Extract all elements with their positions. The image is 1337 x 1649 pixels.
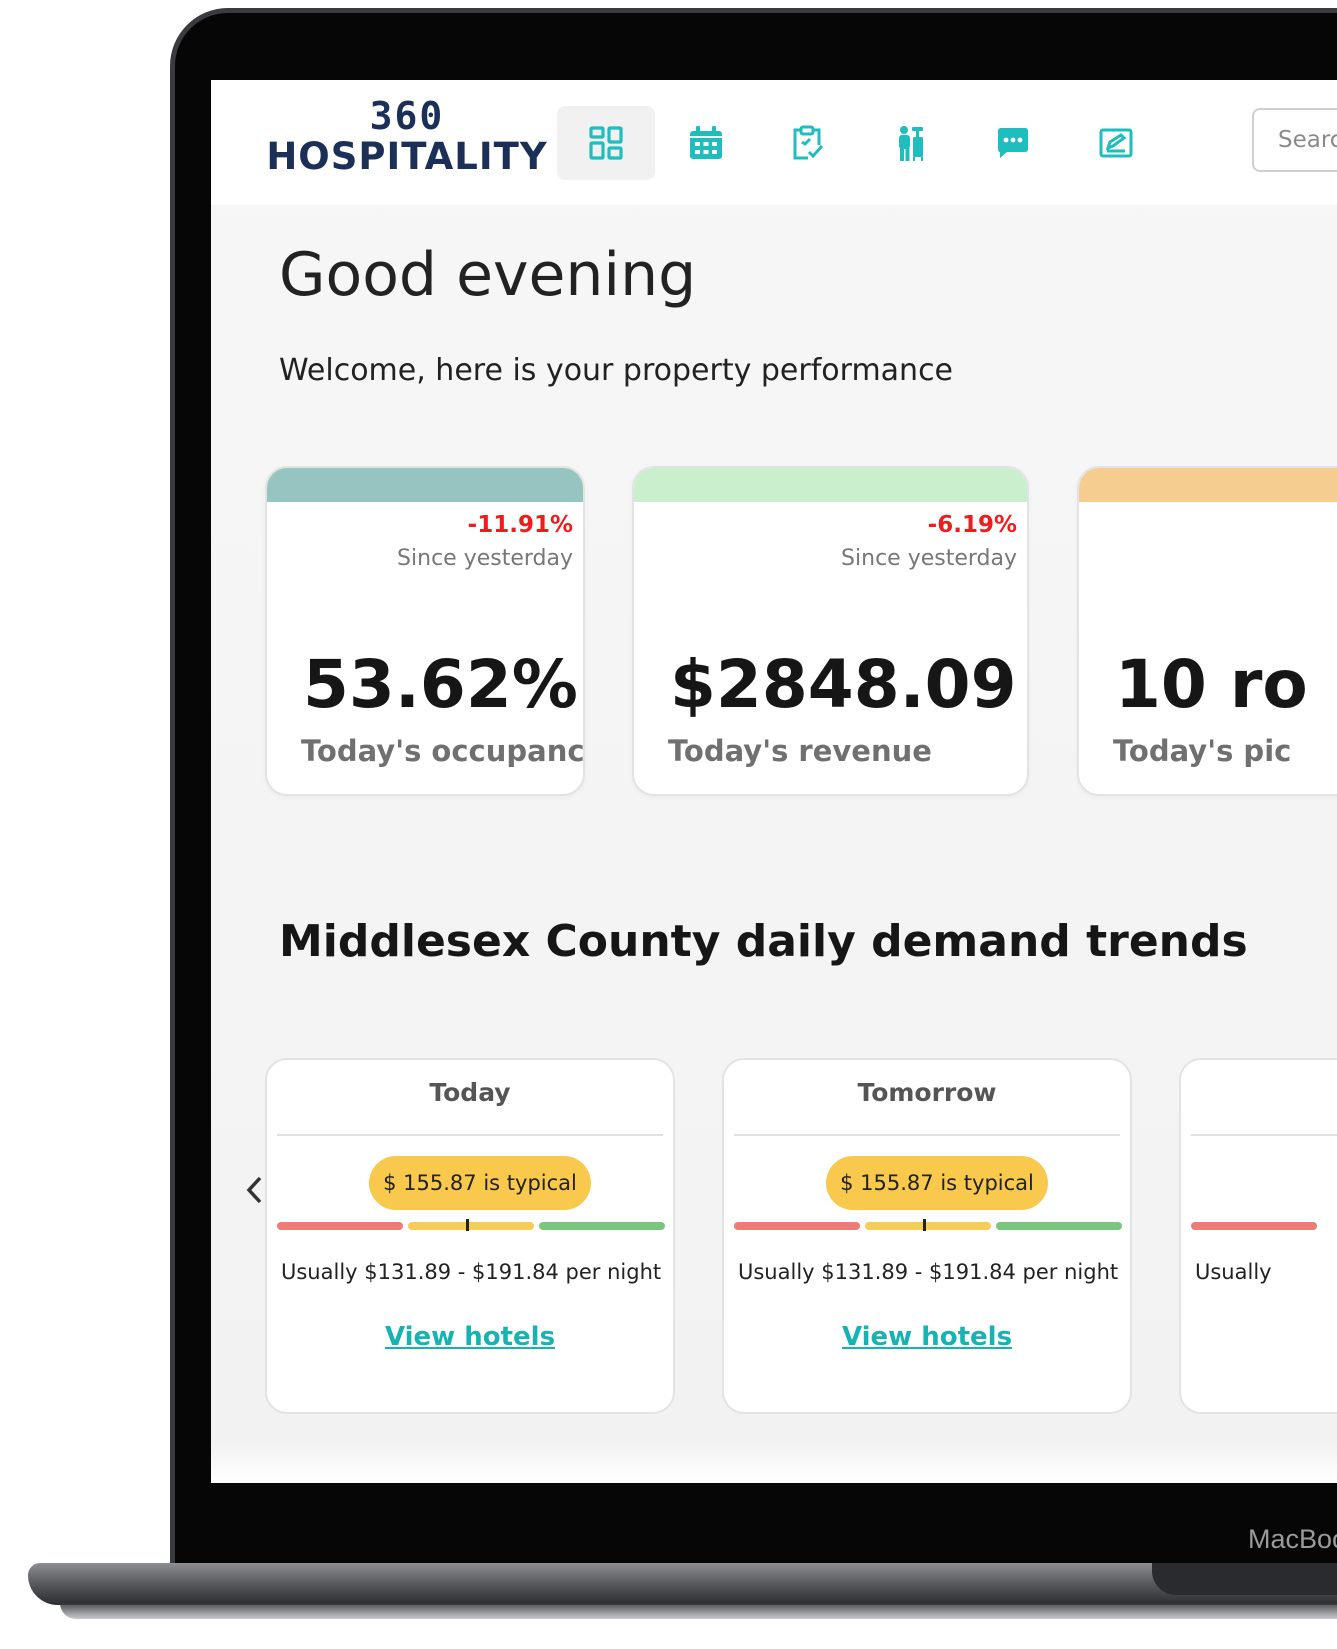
chat-icon — [998, 128, 1028, 158]
nav-dashboard-button[interactable] — [557, 106, 655, 180]
price-range-low-segment — [277, 1222, 403, 1230]
view-hotels-link[interactable]: View hotels — [724, 1322, 1130, 1352]
nav-calendar-button[interactable] — [657, 106, 755, 180]
nav-reviews-button[interactable] — [1067, 106, 1165, 180]
kpi-card-pickup[interactable]: 10 ro Today's pic — [1077, 466, 1337, 796]
divider — [734, 1134, 1120, 1136]
brand-logo-number: 360 — [369, 94, 445, 138]
typical-price-badge: $ 155.87 is typical — [826, 1156, 1048, 1210]
top-navigation-bar: 360 HOSPITALITY — [211, 80, 1337, 205]
nav-tasks-button[interactable] — [758, 106, 856, 180]
price-range-typical-segment — [408, 1222, 534, 1230]
usual-price-range: Usually — [1195, 1260, 1272, 1284]
kpi-card-color-band — [1079, 468, 1337, 502]
kpi-value: 53.62% — [303, 646, 578, 723]
greeting-heading: Good evening — [279, 240, 697, 310]
laptop-model-label: MacBook — [1248, 1524, 1337, 1554]
dashboard-grid-icon — [589, 126, 623, 160]
price-range-marker — [923, 1219, 926, 1231]
nav-staff-button[interactable] — [861, 106, 959, 180]
kpi-card-occupancy[interactable]: -11.91% Since yesterday 53.62% Today's o… — [265, 466, 585, 796]
kpi-delta: -6.19% — [927, 512, 1017, 538]
kpi-card-revenue[interactable]: -6.19% Since yesterday $2848.09 Today's … — [632, 466, 1029, 796]
demand-card-partial: Usually — [1179, 1058, 1337, 1414]
laptop-base-edge — [60, 1603, 1337, 1619]
kpi-label: Today's occupancy — [301, 734, 585, 768]
brand-logo[interactable]: 360 HOSPITALITY — [266, 96, 548, 178]
kpi-since-label: Since yesterday — [397, 546, 573, 571]
edit-note-icon — [1099, 128, 1133, 158]
kpi-value: $2848.09 — [670, 646, 1017, 723]
demand-card-today: Today $ 155.87 is typical Usually $131.8… — [265, 1058, 675, 1414]
kpi-card-color-band — [267, 468, 583, 502]
laptop-hinge — [1152, 1563, 1337, 1595]
app-screen: 360 HOSPITALITY Search Good evening Welc… — [211, 80, 1337, 1483]
demand-card-tomorrow: Tomorrow $ 155.87 is typical Usually $13… — [722, 1058, 1132, 1414]
bellhop-icon — [899, 126, 923, 161]
kpi-delta: -11.91% — [467, 512, 573, 538]
demand-card-day: Tomorrow — [857, 1078, 997, 1107]
demand-card-day: Today — [429, 1078, 511, 1107]
price-range-typical-segment — [865, 1222, 991, 1230]
chevron-left-icon — [246, 1176, 262, 1204]
calendar-icon — [690, 126, 722, 159]
welcome-subtitle: Welcome, here is your property performan… — [279, 353, 954, 388]
clipboard-check-icon — [793, 125, 824, 160]
price-range-low-segment — [1191, 1222, 1317, 1230]
search-input[interactable] — [1252, 108, 1337, 172]
typical-price-badge: $ 155.87 is typical — [369, 1156, 591, 1210]
kpi-label: Today's pic — [1113, 734, 1292, 768]
kpi-since-label: Since yesterday — [841, 546, 1017, 571]
brand-logo-name: HOSPITALITY — [266, 135, 548, 178]
price-range-low-segment — [734, 1222, 860, 1230]
view-hotels-link[interactable]: View hotels — [267, 1322, 673, 1352]
screen-bottom-fade — [211, 1443, 1337, 1483]
kpi-label: Today's revenue — [668, 734, 932, 768]
demand-trends-heading: Middlesex County daily demand trends — [279, 916, 1248, 967]
divider — [1191, 1134, 1337, 1136]
nav-messages-button[interactable] — [964, 106, 1062, 180]
usual-price-range: Usually $131.89 - $191.84 per night — [738, 1260, 1119, 1284]
divider — [277, 1134, 663, 1136]
price-range-high-segment — [539, 1222, 665, 1230]
kpi-value: 10 ro — [1115, 646, 1308, 723]
price-range-marker — [466, 1219, 469, 1231]
laptop-base — [28, 1563, 1337, 1605]
kpi-card-color-band — [634, 468, 1027, 502]
usual-price-range: Usually $131.89 - $191.84 per night — [281, 1260, 662, 1284]
price-range-high-segment — [996, 1222, 1122, 1230]
